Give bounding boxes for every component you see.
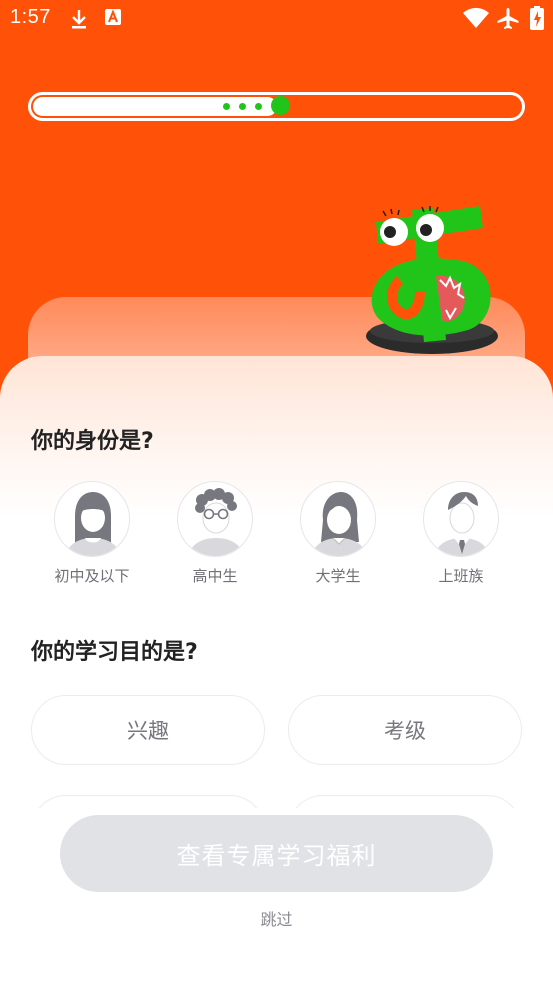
airplane-mode-icon [496, 7, 520, 33]
status-bar: 1:57 [0, 0, 553, 38]
boy-curly-hair-glasses-avatar [177, 481, 253, 557]
identity-label: 初中及以下 [54, 567, 130, 585]
office-man-tie-avatar [423, 481, 499, 557]
identity-label: 大学生 [315, 567, 361, 585]
goal-option-interest[interactable]: 兴趣 [31, 695, 265, 765]
girl-long-hair-avatar [54, 481, 130, 557]
identity-option-junior-high[interactable]: 初中及以下 [53, 481, 131, 586]
young-woman-avatar [300, 481, 376, 557]
goal-section-title: 你的学习目的是? [31, 640, 198, 665]
skip-link[interactable]: 跳过 [0, 906, 553, 930]
progress-step-dot [239, 103, 246, 110]
progress-step-dot [223, 103, 230, 110]
identity-option-office-worker[interactable]: 上班族 [422, 481, 500, 586]
progress-knob [271, 96, 290, 115]
download-icon [69, 8, 89, 34]
status-time: 1:57 [10, 6, 51, 28]
identity-section-title: 你的身份是? [31, 429, 154, 454]
identity-option-high-school[interactable]: 高中生 [176, 481, 254, 586]
goal-option-exam[interactable]: 考级 [288, 695, 522, 765]
view-benefits-button[interactable]: 查看专属学习福利 [60, 815, 493, 892]
battery-charging-icon [530, 6, 544, 34]
hiragana-a-mascot [360, 200, 510, 360]
identity-label: 上班族 [438, 567, 484, 585]
identity-label: 高中生 [192, 567, 238, 585]
onboarding-progress-bar [28, 92, 525, 121]
app-notification-icon [104, 8, 122, 30]
identity-option-college[interactable]: 大学生 [299, 481, 377, 586]
wifi-icon [462, 7, 490, 33]
progress-step-dot [255, 103, 262, 110]
